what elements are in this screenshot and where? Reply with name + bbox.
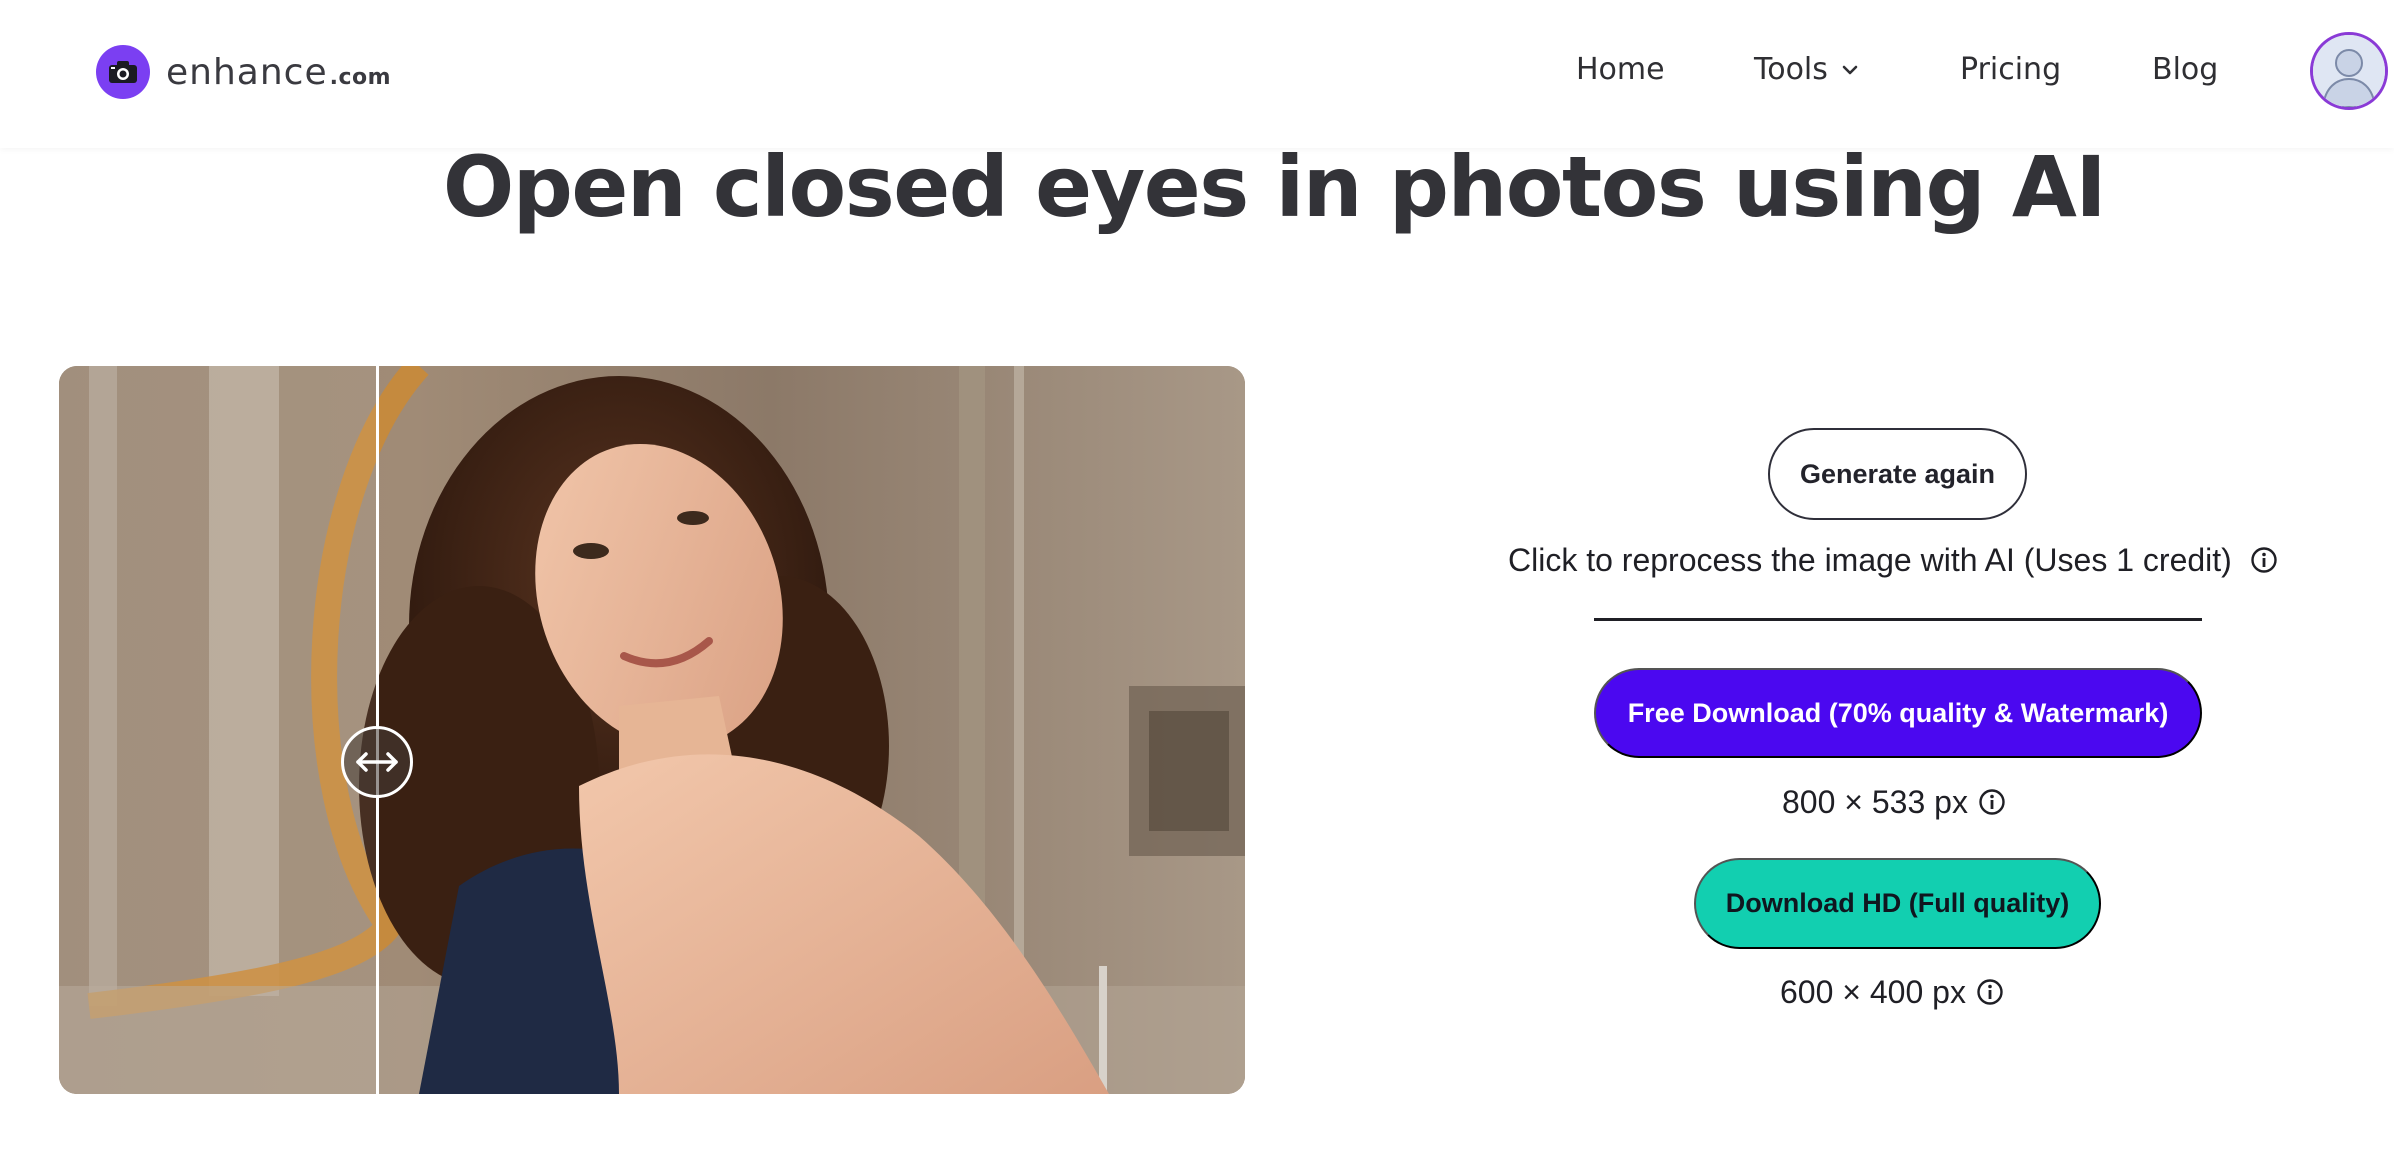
nav-pricing-label: Pricing (1960, 52, 2062, 87)
free-size-text: 800 × 533 px (1782, 783, 1968, 820)
logo-tld: .com (329, 64, 392, 90)
nav-blog[interactable]: Blog (2152, 52, 2218, 87)
info-icon[interactable] (2250, 546, 2278, 574)
chevron-down-icon (1842, 65, 1858, 75)
info-icon[interactable] (1978, 788, 2006, 816)
left-right-arrow-icon[interactable] (341, 726, 413, 798)
reprocess-note: Click to reprocess the image with AI (Us… (1508, 538, 2278, 582)
generate-again-button[interactable]: Generate again (1768, 428, 2027, 520)
nav-pricing[interactable]: Pricing (1960, 52, 2061, 87)
nav-tools-label: Tools (1754, 52, 1828, 87)
reprocess-note-text: Click to reprocess the image with AI (Us… (1508, 541, 2232, 578)
hd-size-text: 600 × 400 px (1780, 973, 1966, 1010)
logo-wordmark: enhance .com (166, 52, 391, 93)
nav-tools[interactable]: Tools (1754, 52, 1858, 87)
free-download-button[interactable]: Free Download (70% quality & Watermark) (1594, 668, 2202, 758)
logo[interactable]: enhance .com (96, 44, 391, 100)
nav-home[interactable]: Home (1576, 52, 1665, 87)
logo-name: enhance (166, 51, 328, 93)
nav-home-label: Home (1576, 52, 1665, 87)
top-nav: enhance .com Home Tools Pricing Blog (0, 0, 2394, 148)
before-after-image[interactable] (59, 366, 1245, 1094)
info-icon[interactable] (1976, 978, 2004, 1006)
section-divider (1594, 618, 2202, 621)
hd-size-info: 600 × 400 px (1780, 970, 2004, 1014)
user-avatar-icon[interactable] (2310, 32, 2388, 110)
page-title: Open closed eyes in photos using AI (442, 138, 2107, 236)
download-hd-button[interactable]: Download HD (Full quality) (1694, 858, 2101, 949)
photo (59, 366, 1245, 1094)
camera-icon (96, 45, 150, 99)
free-size-info: 800 × 533 px (1782, 780, 2006, 824)
nav-blog-label: Blog (2152, 52, 2219, 87)
